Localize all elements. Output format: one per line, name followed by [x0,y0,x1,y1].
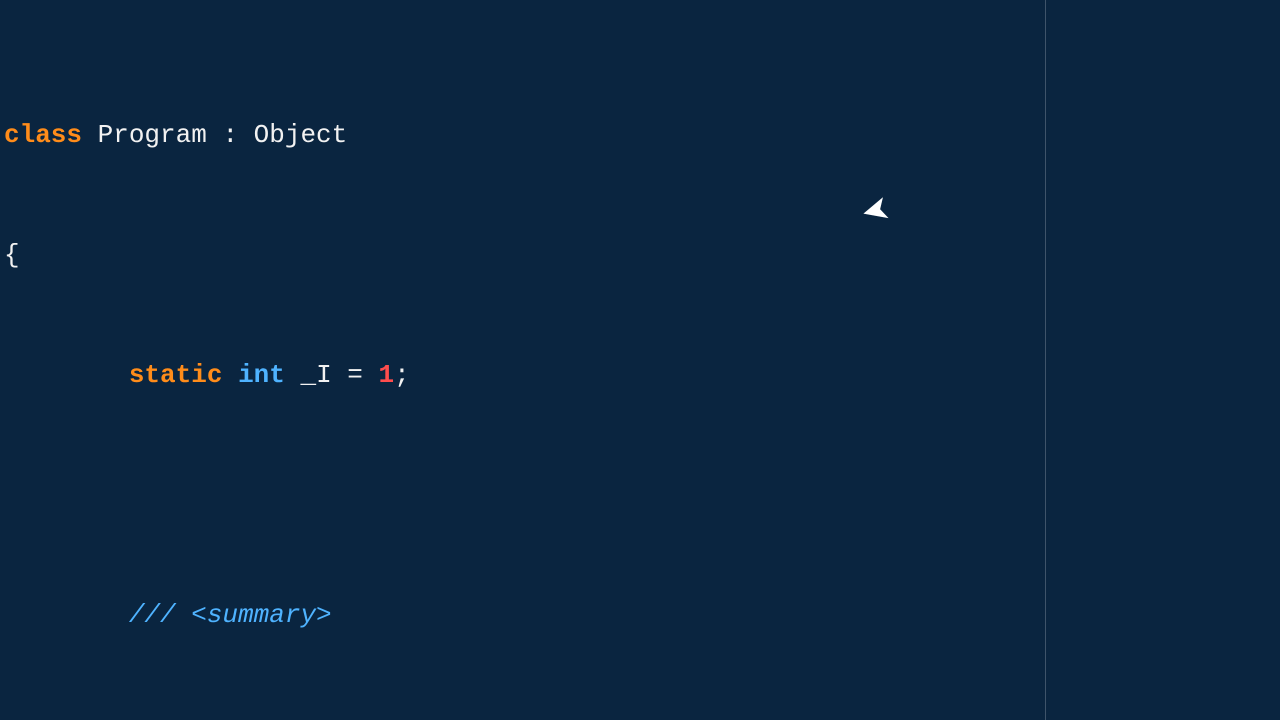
brace: { [4,240,20,270]
code-line[interactable]: /// <summary> [0,600,1280,630]
mouse-pointer-icon: ➤ [859,195,894,231]
code-line[interactable]: static int _I = 1; [0,360,1280,390]
semicolon: ; [394,360,410,390]
space [222,360,238,390]
keyword-class: class [4,120,82,150]
indent [4,360,129,390]
keyword-static: static [129,360,223,390]
number-literal: 1 [379,360,395,390]
xml-doc-comment: /// <summary> [4,600,332,630]
code-line[interactable]: class Program : Object [0,120,1280,150]
code-editor[interactable]: class Program : Object { static int _I =… [0,0,1280,720]
code-line[interactable] [0,480,1280,510]
code-line[interactable]: { [0,240,1280,270]
type-int: int [238,360,285,390]
code-text: Program : Object [82,120,347,150]
code-text: _I = [285,360,379,390]
